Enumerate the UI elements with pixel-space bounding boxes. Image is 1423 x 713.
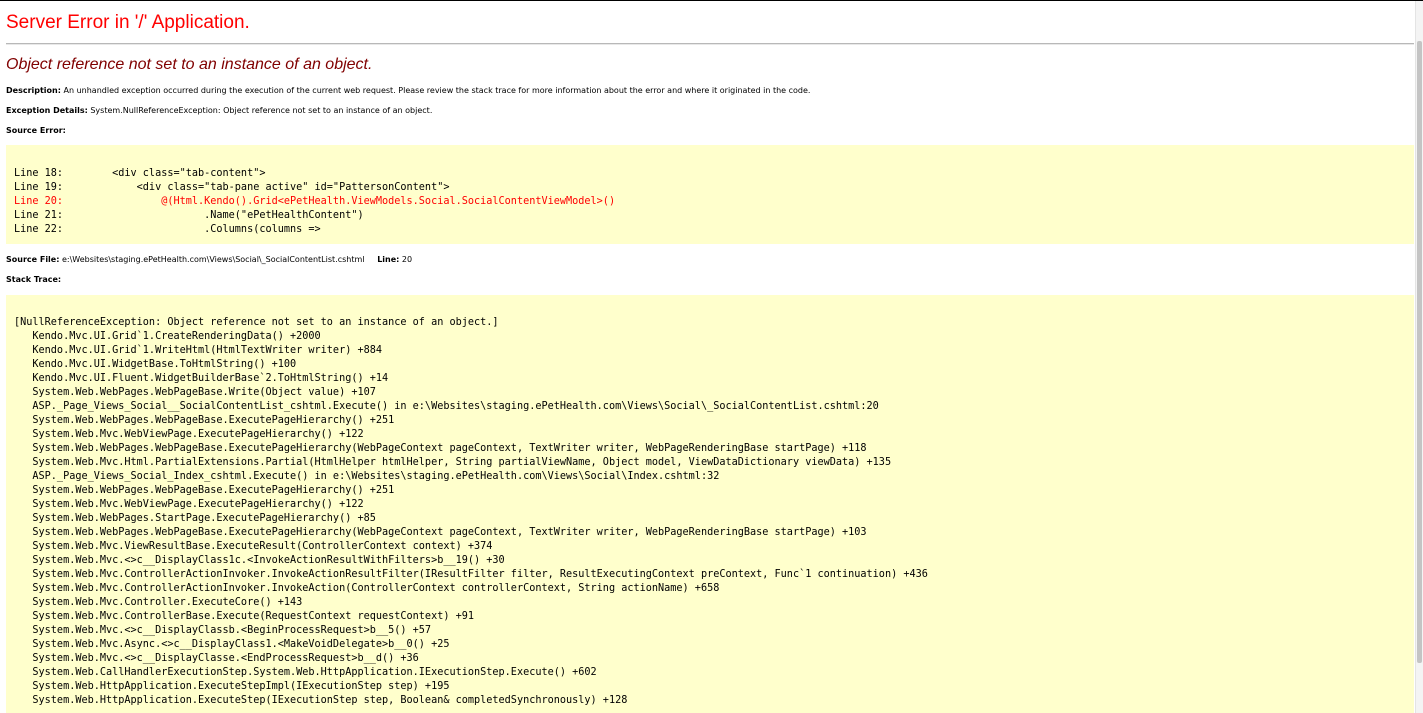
stack-trace-line: System.Web.Mvc.Html.PartialExtensions.Pa… xyxy=(14,457,892,468)
window-top-border xyxy=(0,0,1423,1)
source-file-label: Source File: xyxy=(6,255,60,264)
stack-trace-line: System.Web.Mvc.WebViewPage.ExecutePageHi… xyxy=(14,429,364,440)
stack-trace-line: [NullReferenceException: Object referenc… xyxy=(14,317,499,328)
stack-trace-heading: Stack Trace: xyxy=(6,275,61,284)
source-line-number: 20 xyxy=(401,255,413,264)
stack-trace-label: Stack Trace: xyxy=(6,275,62,284)
page-title: Server Error in '/' Application. xyxy=(6,12,250,33)
stack-trace-line: Kendo.Mvc.UI.WidgetBase.ToHtmlString() +… xyxy=(14,359,297,370)
exception-details-line: Exception Details: System.NullReferenceE… xyxy=(6,106,432,115)
title-divider xyxy=(6,43,1414,45)
source-file-line: Source File: e:\Websites\staging.ePetHea… xyxy=(6,255,412,264)
exception-details-text: System.NullReferenceException: Object re… xyxy=(90,106,433,115)
source-error-line: Line 21: .Name("ePetHealthContent") xyxy=(14,210,364,221)
stack-trace-line: System.Web.WebPages.WebPageBase.ExecuteP… xyxy=(14,527,867,538)
stack-trace-line: System.Web.Mvc.<>c__DisplayClasse.<EndPr… xyxy=(14,653,419,664)
source-error-code: Line 18: <div class="tab-content"> Line 1… xyxy=(6,145,1414,244)
source-error-line: Line 18: <div class="tab-content"> xyxy=(14,168,266,179)
scrollbar-thumb[interactable] xyxy=(1417,41,1422,663)
vertical-scrollbar[interactable] xyxy=(1415,1,1423,713)
description-label: Description: xyxy=(6,86,61,95)
source-error-label: Source Error: xyxy=(6,126,66,135)
stack-trace-line: System.Web.Mvc.Async.<>c__DisplayClass1.… xyxy=(14,639,450,650)
description-line: Description: An unhandled exception occu… xyxy=(6,86,810,95)
stack-trace-line: System.Web.HttpApplication.ExecuteStepIm… xyxy=(14,681,450,692)
stack-trace-line: System.Web.Mvc.ControllerActionInvoker.I… xyxy=(14,569,928,580)
stack-trace-line: System.Web.Mvc.<>c__DisplayClass1c.<Invo… xyxy=(14,555,505,566)
stack-trace-line: System.Web.Mvc.ControllerActionInvoker.I… xyxy=(14,583,720,594)
stack-trace-line: System.Web.WebPages.StartPage.ExecutePag… xyxy=(14,513,376,524)
source-file-path: e:\Websites\staging.ePetHealth.com\Views… xyxy=(61,255,365,264)
stack-trace-line: System.Web.WebPages.WebPageBase.ExecuteP… xyxy=(14,443,867,454)
stack-trace-line: Kendo.Mvc.UI.Grid`1.WriteHtml(HtmlTextWr… xyxy=(14,345,383,356)
stack-trace-line: System.Web.Mvc.ViewResultBase.ExecuteRes… xyxy=(14,541,493,552)
stack-trace-line: System.Web.WebPages.WebPageBase.ExecuteP… xyxy=(14,415,395,426)
source-error-heading: Source Error: xyxy=(6,126,66,135)
stack-trace-line: Kendo.Mvc.UI.Fluent.WidgetBuilderBase`2.… xyxy=(14,373,389,384)
error-message: Object reference not set to an instance … xyxy=(6,56,373,73)
description-text: An unhandled exception occurred during t… xyxy=(63,86,811,95)
stack-trace-line: System.Web.Mvc.ControllerBase.Execute(Re… xyxy=(14,611,475,622)
stack-trace-line: System.Web.CallHandlerExecutionStep.Syst… xyxy=(14,667,597,678)
stack-trace-line: System.Web.Mvc.<>c__DisplayClassb.<Begin… xyxy=(14,625,432,636)
source-error-line: Line 19: <div class="tab-pane active" id… xyxy=(14,182,450,193)
stack-trace-line: System.Web.WebPages.WebPageBase.Write(Ob… xyxy=(14,387,376,398)
exception-details-label: Exception Details: xyxy=(6,106,88,115)
source-error-highlight-line: Line 20: @(Html.Kendo().Grid<ePetHealth.… xyxy=(14,196,616,207)
source-line-label: Line: xyxy=(377,255,400,264)
stack-trace-line: Kendo.Mvc.UI.Grid`1.CreateRenderingData(… xyxy=(14,331,321,342)
stack-trace-line: System.Web.WebPages.WebPageBase.ExecuteP… xyxy=(14,485,395,496)
source-error-line: Line 22: .Columns(columns => xyxy=(14,224,321,235)
stack-trace-line: System.Web.Mvc.Controller.ExecuteCore() … xyxy=(14,597,303,608)
stack-trace-line: System.Web.Mvc.WebViewPage.ExecutePageHi… xyxy=(14,499,364,510)
stack-trace-code: [NullReferenceException: Object referenc… xyxy=(6,295,1414,713)
stack-trace-line: System.Web.HttpApplication.ExecuteStep(I… xyxy=(14,695,628,706)
stack-trace-line: ASP._Page_Views_Social_Index_cshtml.Exec… xyxy=(14,471,720,482)
stack-trace-line: ASP._Page_Views_Social__SocialContentLis… xyxy=(14,401,879,412)
